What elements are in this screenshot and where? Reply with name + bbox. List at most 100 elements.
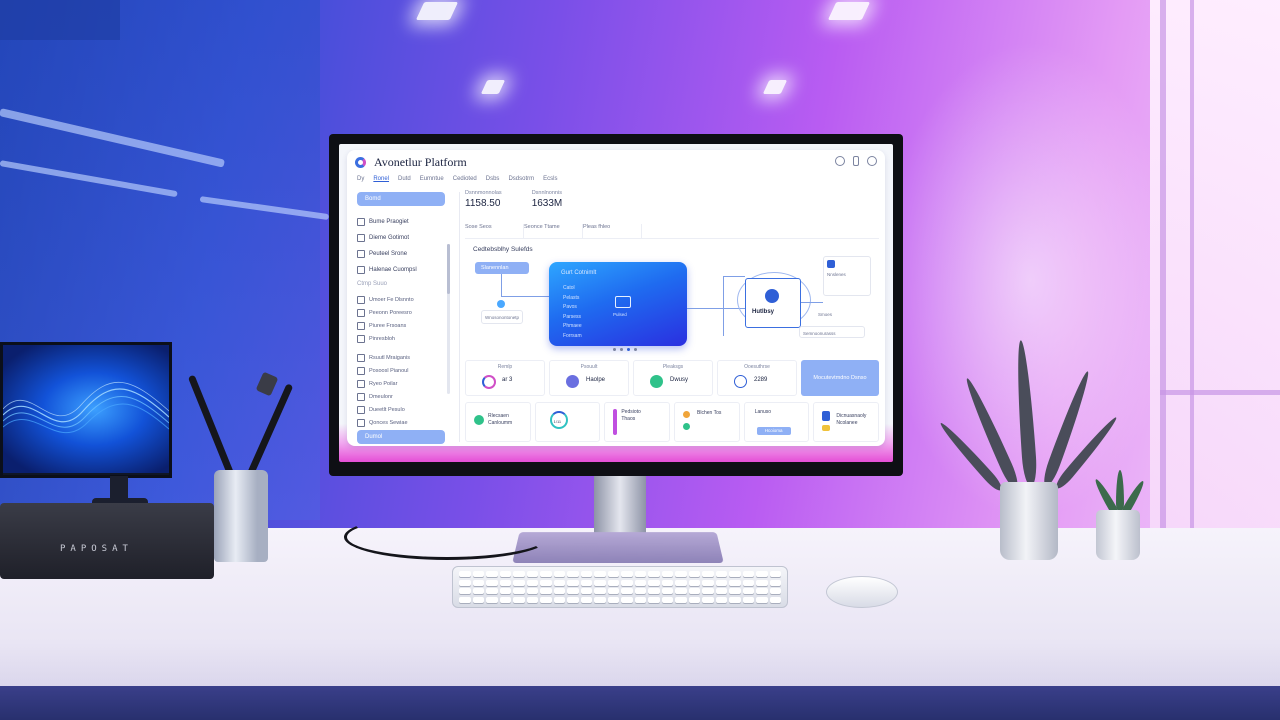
tab[interactable]: Cedioted — [453, 176, 477, 182]
plant-pot-small — [1096, 510, 1140, 560]
sidebar-item[interactable]: Piuree Frsoans — [357, 319, 455, 332]
list-icon — [357, 321, 365, 330]
sidebar-item[interactable]: Halenae Cuompsl — [357, 262, 455, 278]
info-card-text: Lanuso — [754, 409, 772, 415]
metric-card[interactable]: Ooesuthrse 2289 — [717, 360, 797, 396]
window-frame — [1160, 390, 1280, 395]
mouse — [826, 576, 898, 608]
progress-ring-icon — [482, 375, 496, 389]
card-title: Psouult — [580, 364, 598, 370]
alert-icon — [683, 411, 691, 418]
topbar-icons — [835, 156, 877, 166]
sidebar-item[interactable]: Qonces Sewiae — [357, 416, 455, 429]
sidebar-item[interactable]: Posoosl Pianoul — [357, 364, 455, 377]
ceiling-light — [480, 80, 506, 94]
app-window: Avonetlur Platform Dy Ronel Dutd Eumntue… — [347, 150, 885, 446]
ceiling-light — [762, 80, 788, 94]
tab-active[interactable]: Ronel — [373, 176, 389, 182]
filter-tab[interactable]: Sose Seos — [465, 224, 524, 238]
tag-icon — [357, 379, 365, 388]
info-card[interactable]: Rlecsaen Canloumm — [465, 402, 531, 442]
window-frame — [1190, 0, 1194, 560]
info-card-button[interactable]: Hcoioma — [756, 427, 791, 435]
tab[interactable]: Eumntue — [420, 176, 444, 182]
connector-line — [723, 276, 724, 336]
card-title: Remlp — [497, 364, 513, 370]
sidebar-item[interactable]: Dmeulonr — [357, 390, 455, 403]
workflow-input-node[interactable]: Slanennlan — [475, 262, 529, 274]
app-nav-tabs: Dy Ronel Dutd Eumntue Cedioted Dsbs Dsds… — [357, 176, 557, 182]
help-icon — [357, 418, 365, 427]
pager-dot[interactable] — [620, 348, 623, 351]
sidebar-item[interactable]: Dieme Gotimot — [357, 230, 455, 246]
pager-dot[interactable] — [634, 348, 637, 351]
user-icon — [683, 423, 691, 430]
workflow-hub-node[interactable]: Hutlbsy — [745, 278, 801, 328]
sidebar-item[interactable]: Rsuutl Mraiganis — [357, 351, 455, 364]
workflow-tag-card[interactable]: Semnoonurasss — [799, 326, 865, 338]
workflow-node-dot[interactable] — [497, 300, 505, 308]
sidebar-item-label: Dmeulonr — [369, 393, 393, 400]
workflow-output-card[interactable]: Wnosonontonetp — [481, 310, 523, 324]
sidebar-item[interactable]: Pinresbloh — [357, 332, 455, 345]
info-card[interactable]: Blchen Tos — [674, 402, 740, 442]
workflow-main-node[interactable]: Gurt Cotnimlt Catol Pelasts Pavos Parses… — [549, 262, 687, 346]
metric-card[interactable]: Pleaksgs Dwusy — [633, 360, 713, 396]
monitor-stand — [594, 474, 646, 536]
sidebar-item[interactable]: Peeonn Poreesro — [357, 306, 455, 319]
action-card-button[interactable]: Mocutevtmdno Dsnso — [801, 360, 879, 396]
profile-icon[interactable] — [867, 156, 877, 166]
background-window — [1150, 0, 1280, 560]
info-card[interactable]: Lanuso Hcoioma — [743, 402, 810, 442]
sidebar-list: Bume Praogiet Dieme Gotimot Peuteel Sron… — [357, 214, 455, 429]
sidebar-bottom-button[interactable]: Dumol — [357, 430, 445, 444]
sidebar-item-label: Dueetlt Pesulo — [369, 406, 405, 413]
tab[interactable]: Dsbs — [486, 176, 500, 182]
stats-row: Dsnnmonnolas 1158.50 Dsnnlnonnis 1633M — [465, 190, 879, 216]
canvas-pager — [613, 348, 637, 351]
sidebar-item[interactable]: Dueetlt Pesulo — [357, 403, 455, 416]
sidebar-item[interactable]: Umoer Fe Dlsnnto — [357, 293, 455, 306]
tab[interactable]: Ecsls — [543, 176, 557, 182]
pager-dot[interactable] — [613, 348, 616, 351]
chart-icon — [357, 266, 365, 274]
metric-card[interactable]: Remlp ar 3 — [465, 360, 545, 396]
connector-line — [501, 296, 549, 297]
tab[interactable]: Dutd — [398, 176, 411, 182]
sidebar-item-label: Umoer Fe Dlsnnto — [369, 296, 414, 303]
card-value: Dwusy — [670, 377, 689, 383]
info-card[interactable]: Dicnuasnaoly Ncolanee — [813, 402, 880, 442]
node-item: Pavos — [563, 304, 577, 310]
workflow-status-card[interactable]: Smoes — [815, 308, 853, 322]
tab[interactable]: Dy — [357, 176, 364, 182]
workflow-canvas: Cedtebsblhy Sulefds Slanennlan Wnosonont… — [465, 244, 879, 356]
sidebar-item-active[interactable]: Bomd — [357, 192, 445, 206]
sidebar-item[interactable]: Bume Praogiet — [357, 214, 455, 230]
connector-line — [723, 276, 745, 277]
card-value: ar 3 — [502, 377, 513, 383]
search-icon[interactable] — [835, 156, 845, 166]
pager-dot-active[interactable] — [627, 348, 630, 351]
metric-card[interactable]: Psouult Haolpe — [549, 360, 629, 396]
ceiling-light — [827, 2, 871, 20]
info-card-text: Blchen Tos — [697, 410, 722, 416]
microphone-icon[interactable] — [853, 156, 859, 166]
workflow-detail-card[interactable]: Nnslenes — [823, 256, 871, 296]
lock-icon — [765, 289, 779, 303]
filter-tab[interactable]: Seonce Ttame — [524, 224, 583, 238]
info-card-text: Rlecsaen Canloumm — [488, 413, 513, 426]
secondary-monitor-screen — [3, 345, 169, 473]
sidebar-scrollbar-thumb[interactable] — [447, 244, 450, 294]
info-card[interactable]: 1/11 — [534, 402, 601, 442]
sidebar-item-label: Piuree Frsoans — [369, 322, 407, 329]
keyboard — [452, 566, 788, 608]
sidebar-item[interactable]: Ryeo Poilar — [357, 377, 455, 390]
info-card[interactable]: Pedsioto Thaos — [604, 402, 671, 442]
desktop-device — [0, 503, 214, 579]
filter-tab[interactable]: Pleas fhleo — [583, 224, 642, 238]
node-subtitle: Pulsed — [613, 312, 627, 317]
metric-cards-row: Remlp ar 3 Psouult Haolpe Pleaksgs Dwusy… — [465, 360, 879, 396]
sidebar-item[interactable]: Peuteel Srone — [357, 246, 455, 262]
bell-icon — [357, 353, 365, 362]
tab[interactable]: Dsdsotrm — [508, 176, 534, 182]
